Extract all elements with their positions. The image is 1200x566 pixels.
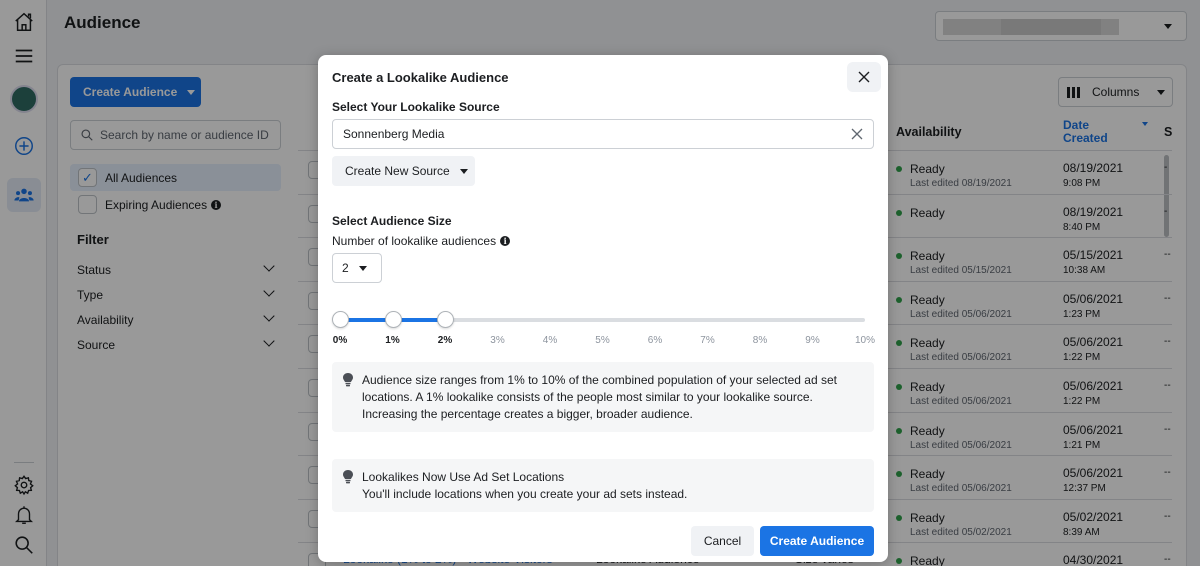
ad-set-locations-info-box: Lookalikes Now Use Ad Set Locations You'…	[332, 459, 874, 512]
slider-thumb[interactable]	[332, 311, 349, 328]
clear-icon	[851, 128, 863, 140]
num-audiences-select[interactable]: 2	[332, 253, 382, 283]
slider-thumb[interactable]	[437, 311, 454, 328]
source-label: Select Your Lookalike Source	[332, 100, 500, 114]
audience-size-slider[interactable]: 0% 1% 2% 3% 4% 5% 6% 7% 8% 9% 10%	[332, 311, 875, 351]
audience-size-info-text: Audience size ranges from 1% to 10% of t…	[362, 373, 837, 421]
dialog-title: Create a Lookalike Audience	[332, 70, 509, 85]
close-button[interactable]	[847, 62, 881, 92]
slider-tick-label: 1%	[385, 335, 400, 346]
num-audiences-label: Number of lookalike audiences i	[332, 234, 511, 248]
slider-tick-label: 5%	[595, 335, 610, 346]
slider-tick-label: 9%	[805, 335, 820, 346]
create-new-source-button[interactable]: Create New Source	[332, 156, 475, 186]
slider-tick-label: 4%	[542, 335, 558, 346]
ad-set-locations-body: You'll include locations when you create…	[362, 487, 688, 501]
slider-tick-label: 6%	[647, 335, 663, 346]
create-new-source-label: Create New Source	[345, 164, 450, 178]
slider-tick-label: 7%	[700, 335, 715, 346]
slider-tick-label: 10%	[854, 335, 876, 346]
slider-tick-label: 2%	[437, 335, 453, 346]
create-audience-button[interactable]: Create Audience	[760, 526, 874, 556]
close-icon	[858, 71, 870, 83]
slider-tick-label: 3%	[490, 335, 505, 346]
audience-size-label: Select Audience Size	[332, 214, 452, 228]
lookalike-source-input[interactable]: Sonnenberg Media	[332, 119, 874, 149]
num-audiences-text: Number of lookalike audiences	[332, 234, 497, 248]
audience-size-info-box: Audience size ranges from 1% to 10% of t…	[332, 362, 874, 432]
ad-set-locations-title: Lookalikes Now Use Ad Set Locations	[362, 470, 565, 484]
caret-down-icon	[459, 168, 468, 174]
lookalike-audience-dialog: Create a Lookalike Audience Select Your …	[318, 55, 888, 562]
slider-thumb[interactable]	[384, 311, 402, 328]
caret-down-icon	[358, 265, 367, 271]
cancel-button[interactable]: Cancel	[691, 526, 754, 556]
source-value: Sonnenberg Media	[343, 127, 445, 141]
info-icon[interactable]: i	[500, 236, 511, 246]
slider-tick-label: 0%	[332, 335, 348, 346]
num-audiences-value: 2	[342, 261, 349, 275]
slider-tick-label: 8%	[752, 335, 768, 346]
clear-source-button[interactable]	[851, 128, 863, 140]
lightbulb-icon	[343, 470, 353, 484]
lightbulb-icon	[343, 373, 353, 387]
